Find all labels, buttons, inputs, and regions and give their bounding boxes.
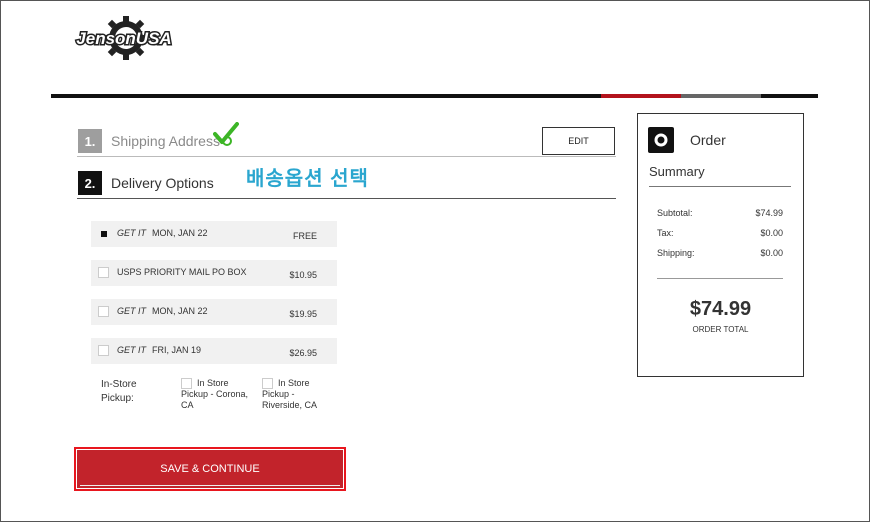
delivery-option-price: $19.95 xyxy=(289,309,317,319)
delivery-option-price: FREE xyxy=(292,231,317,241)
order-total-label: ORDER TOTAL xyxy=(692,325,749,334)
checkmark-icon xyxy=(213,122,239,151)
logo-text: JensonUSA xyxy=(76,29,171,48)
summary-title: Order xyxy=(690,132,726,148)
delivery-option-name: USPS PRIORITY MAIL PO BOX xyxy=(117,267,247,277)
summary-subtitle: Summary xyxy=(649,164,705,179)
save-button-underline xyxy=(80,485,340,486)
in-store-pickup-label: In-Store Pickup: xyxy=(101,379,137,404)
delivery-option-name: GET IT MON, JAN 22 xyxy=(117,228,208,238)
delivery-option-radio[interactable] xyxy=(98,306,109,317)
delivery-option-radio[interactable] xyxy=(98,345,109,356)
step-2-divider xyxy=(77,198,616,199)
delivery-option-radio[interactable] xyxy=(98,228,109,239)
annotation-text: 배송옵션 선택 xyxy=(246,168,369,190)
step-2-label: Delivery Options xyxy=(111,175,214,191)
step-1-divider xyxy=(77,156,616,157)
summary-row-subtotal: Subtotal: $74.99 xyxy=(657,208,783,218)
summary-total-divider xyxy=(657,278,783,279)
order-total-value: $74.99 xyxy=(689,298,752,320)
delivery-option[interactable]: GET IT MON, JAN 22 FREE xyxy=(91,221,337,247)
pickup-corona-checkbox[interactable] xyxy=(181,378,192,389)
summary-divider xyxy=(649,186,791,187)
edit-shipping-button[interactable]: EDIT xyxy=(542,127,615,155)
save-and-continue-button[interactable]: SAVE & CONTINUE xyxy=(77,450,343,488)
summary-row-shipping: Shipping: $0.00 xyxy=(657,248,783,258)
progress-next-segment xyxy=(681,94,761,98)
delivery-option-name: GET IT FRI, JAN 19 xyxy=(117,345,202,355)
step-1-label: Shipping Address xyxy=(111,133,220,149)
pickup-option-corona[interactable]: In Store Pickup - Corona, CA xyxy=(181,378,261,418)
delivery-option[interactable]: GET IT MON, JAN 22 $19.95 xyxy=(91,299,337,325)
summary-row-tax: Tax: $0.00 xyxy=(657,228,783,238)
progress-current-segment xyxy=(601,94,681,98)
checkout-progress-bar xyxy=(51,94,818,98)
delivery-option-price: $26.95 xyxy=(289,348,317,358)
pickup-option-riverside[interactable]: In Store Pickup - Riverside, CA xyxy=(262,378,342,418)
summary-toggle-icon[interactable] xyxy=(648,127,674,153)
delivery-option[interactable]: GET IT FRI, JAN 19 $26.95 xyxy=(91,338,337,364)
delivery-option-name: GET IT MON, JAN 22 xyxy=(117,306,208,316)
delivery-option[interactable]: USPS PRIORITY MAIL PO BOX $10.95 xyxy=(91,260,337,286)
step-2-number: 2. xyxy=(78,171,102,195)
pickup-riverside-checkbox[interactable] xyxy=(262,378,273,389)
delivery-option-price: $10.95 xyxy=(289,270,317,280)
step-1-number: 1. xyxy=(78,129,102,153)
jenson-usa-logo[interactable]: JensonUSA xyxy=(74,12,174,62)
delivery-option-radio[interactable] xyxy=(98,267,109,278)
